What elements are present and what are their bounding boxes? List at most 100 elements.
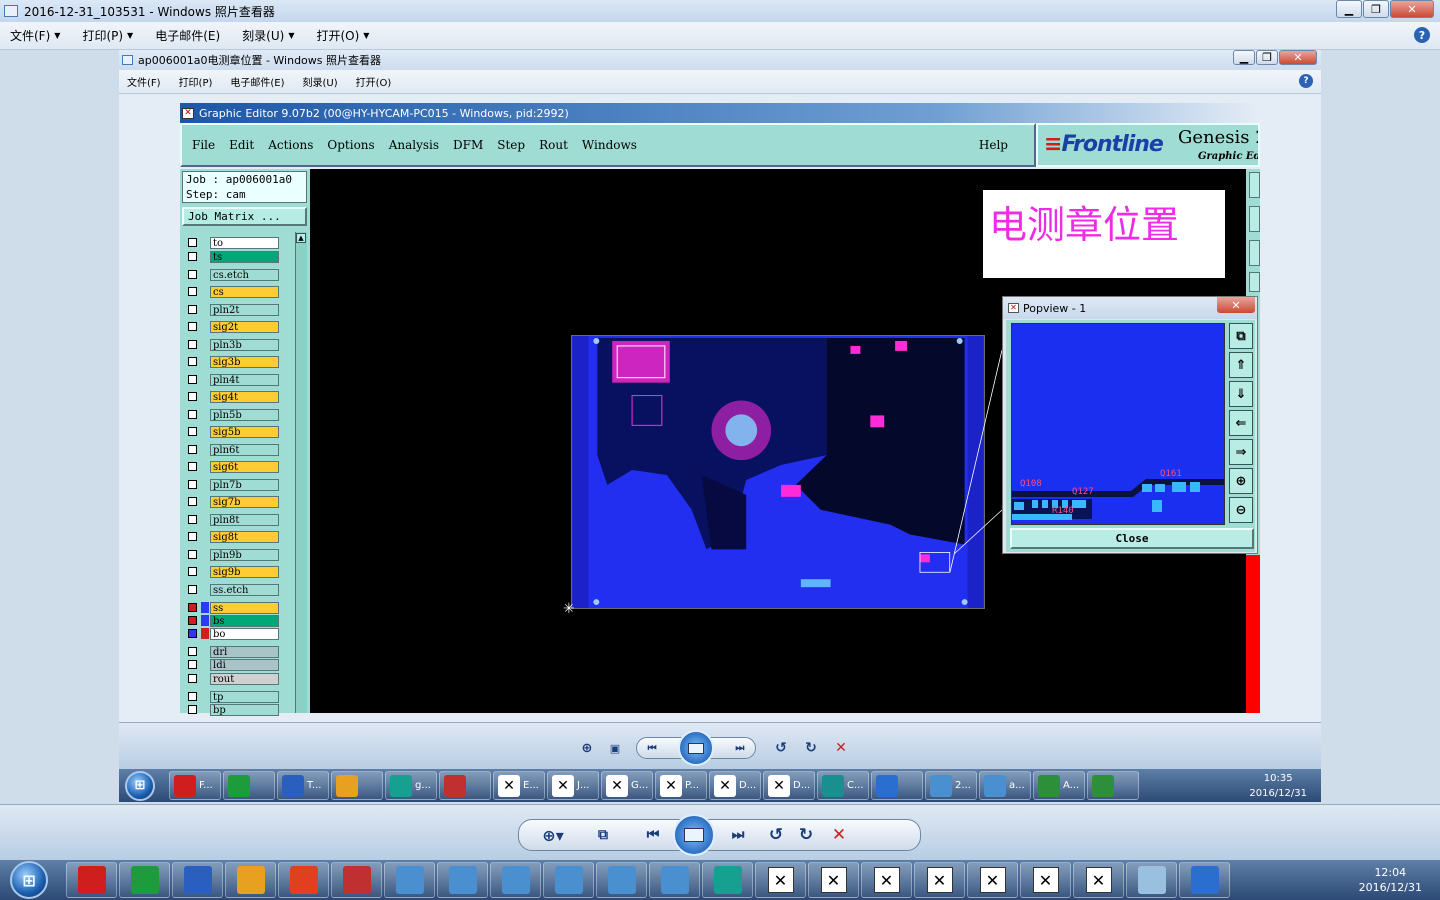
layer-row[interactable]: pln8t xyxy=(184,513,284,526)
taskbar-item[interactable] xyxy=(225,862,276,898)
taskbar-item[interactable] xyxy=(1179,862,1230,898)
taskbar-item[interactable] xyxy=(543,862,594,898)
popview-fit-icon[interactable]: ⧉ xyxy=(1229,323,1253,349)
layer-row[interactable]: cs.etch xyxy=(184,268,284,281)
start-button[interactable]: ⊞ xyxy=(10,861,48,899)
help-icon[interactable]: ? xyxy=(1414,27,1430,43)
ge-menu-windows[interactable]: Windows xyxy=(582,138,637,152)
inner-maximize-button[interactable]: ❐ xyxy=(1256,50,1278,65)
taskbar-item[interactable] xyxy=(66,862,117,898)
layer-row[interactable]: ldi xyxy=(184,658,284,671)
scroll-up-arrow[interactable]: ▲ xyxy=(296,233,306,243)
inner-menu-burn[interactable]: 刻录(U) xyxy=(303,74,338,89)
popview-pan-left-icon[interactable]: ⇐ xyxy=(1229,410,1253,436)
inner-taskbar-item[interactable] xyxy=(871,770,923,801)
inner-menu-email[interactable]: 电子邮件(E) xyxy=(230,74,284,89)
layer-row[interactable]: pln9b xyxy=(184,548,284,561)
maximize-button[interactable]: ❐ xyxy=(1363,0,1389,18)
layer-checkbox[interactable] xyxy=(188,410,197,419)
layer-checkbox[interactable] xyxy=(188,532,197,541)
layer-checkbox[interactable] xyxy=(188,427,197,436)
popview-pan-down-icon[interactable]: ⇓ xyxy=(1229,381,1253,407)
ge-menu-analysis[interactable]: Analysis xyxy=(389,138,439,152)
menu-file[interactable]: 文件(F) xyxy=(10,27,50,44)
ge-menu-help[interactable]: Help xyxy=(979,138,1008,152)
layer-row[interactable]: to xyxy=(184,236,284,249)
layer-checkbox[interactable] xyxy=(188,616,197,625)
inner-menu-open[interactable]: 打开(O) xyxy=(356,74,392,89)
layer-row[interactable]: sig5b xyxy=(184,425,284,438)
layer-row[interactable]: sig6t xyxy=(184,460,284,473)
inner-taskbar-item[interactable] xyxy=(331,770,383,801)
taskbar-item[interactable]: ✕ xyxy=(1020,862,1071,898)
taskbar-item[interactable]: ✕ xyxy=(1073,862,1124,898)
pcb-board[interactable] xyxy=(571,335,985,609)
layer-row[interactable]: pln5b xyxy=(184,408,284,421)
inner-actual-size-icon[interactable]: ▣ xyxy=(600,742,630,755)
inner-zoom-icon[interactable]: ⊕ xyxy=(574,741,600,756)
taskbar-item[interactable] xyxy=(596,862,647,898)
layer-row[interactable]: bs xyxy=(184,614,284,627)
rotate-left-icon[interactable]: ↺ xyxy=(761,825,791,845)
layer-checkbox[interactable] xyxy=(188,660,197,669)
ge-menu-options[interactable]: Options xyxy=(327,138,374,152)
layer-row[interactable]: bo xyxy=(184,627,284,640)
layer-row[interactable]: ts xyxy=(184,250,284,263)
layer-checkbox[interactable] xyxy=(188,480,197,489)
layer-row[interactable]: pln3b xyxy=(184,338,284,351)
zoom-icon[interactable]: ⊕▾ xyxy=(533,826,573,845)
taskbar-item[interactable] xyxy=(172,862,223,898)
taskbar-item[interactable] xyxy=(490,862,541,898)
layer-checkbox[interactable] xyxy=(188,550,197,559)
layer-checkbox[interactable] xyxy=(188,705,197,714)
inner-taskbar-item[interactable]: a... xyxy=(979,770,1031,801)
popview-zoom-in-icon[interactable]: ⊕ xyxy=(1229,468,1253,494)
layer-row[interactable]: pln4t xyxy=(184,373,284,386)
menu-email[interactable]: 电子邮件(E) xyxy=(155,27,220,44)
taskbar-item[interactable]: ✕ xyxy=(914,862,965,898)
layer-checkbox[interactable] xyxy=(188,674,197,683)
layer-checkbox[interactable] xyxy=(188,497,197,506)
inner-menu-print[interactable]: 打印(P) xyxy=(179,74,213,89)
inner-help-icon[interactable]: ? xyxy=(1299,74,1313,88)
layer-checkbox[interactable] xyxy=(188,515,197,524)
layer-row[interactable]: pln6t xyxy=(184,443,284,456)
inner-taskbar-item[interactable]: F... xyxy=(169,770,221,801)
layer-checkbox[interactable] xyxy=(188,462,197,471)
delete-icon[interactable]: ✕ xyxy=(821,825,857,845)
layer-row[interactable]: cs xyxy=(184,285,284,298)
layer-row[interactable]: bp xyxy=(184,703,284,716)
tool-button[interactable] xyxy=(1249,206,1260,232)
inner-taskbar-item[interactable]: ✕ J... xyxy=(547,770,599,801)
menu-print[interactable]: 打印(P) xyxy=(82,27,123,44)
layer-checkbox[interactable] xyxy=(188,322,197,331)
taskbar-item[interactable] xyxy=(119,862,170,898)
layer-checkbox[interactable] xyxy=(188,305,197,314)
layer-checkbox[interactable] xyxy=(188,270,197,279)
inner-taskbar-item[interactable]: A... xyxy=(1033,770,1085,801)
layer-row[interactable]: sig4t xyxy=(184,390,284,403)
tool-button[interactable] xyxy=(1249,172,1260,198)
inner-taskbar-item[interactable] xyxy=(223,770,275,801)
layer-row[interactable]: sig7b xyxy=(184,495,284,508)
layer-checkbox[interactable] xyxy=(188,252,197,261)
menu-open[interactable]: 打开(O) xyxy=(316,27,359,44)
layer-checkbox[interactable] xyxy=(188,287,197,296)
layer-checkbox[interactable] xyxy=(188,375,197,384)
layer-row[interactable]: sig2t xyxy=(184,320,284,333)
layer-row[interactable]: sig9b xyxy=(184,565,284,578)
inner-taskbar-item[interactable]: T... xyxy=(277,770,329,801)
layer-checkbox[interactable] xyxy=(188,647,197,656)
layer-row[interactable]: ss xyxy=(184,601,284,614)
tool-button[interactable] xyxy=(1249,240,1260,266)
close-button[interactable]: ✕ xyxy=(1390,0,1434,18)
rotate-right-icon[interactable]: ↻ xyxy=(791,825,821,845)
inner-delete-icon[interactable]: ✕ xyxy=(826,740,856,756)
taskbar-item[interactable] xyxy=(278,862,329,898)
inner-minimize-button[interactable]: ▁ xyxy=(1233,50,1255,65)
previous-icon[interactable]: ⏮ xyxy=(633,827,673,843)
ge-menu-edit[interactable]: Edit xyxy=(229,138,254,152)
layer-row[interactable]: tp xyxy=(184,690,284,703)
layer-row[interactable]: pln2t xyxy=(184,303,284,316)
taskbar-item[interactable] xyxy=(1126,862,1177,898)
